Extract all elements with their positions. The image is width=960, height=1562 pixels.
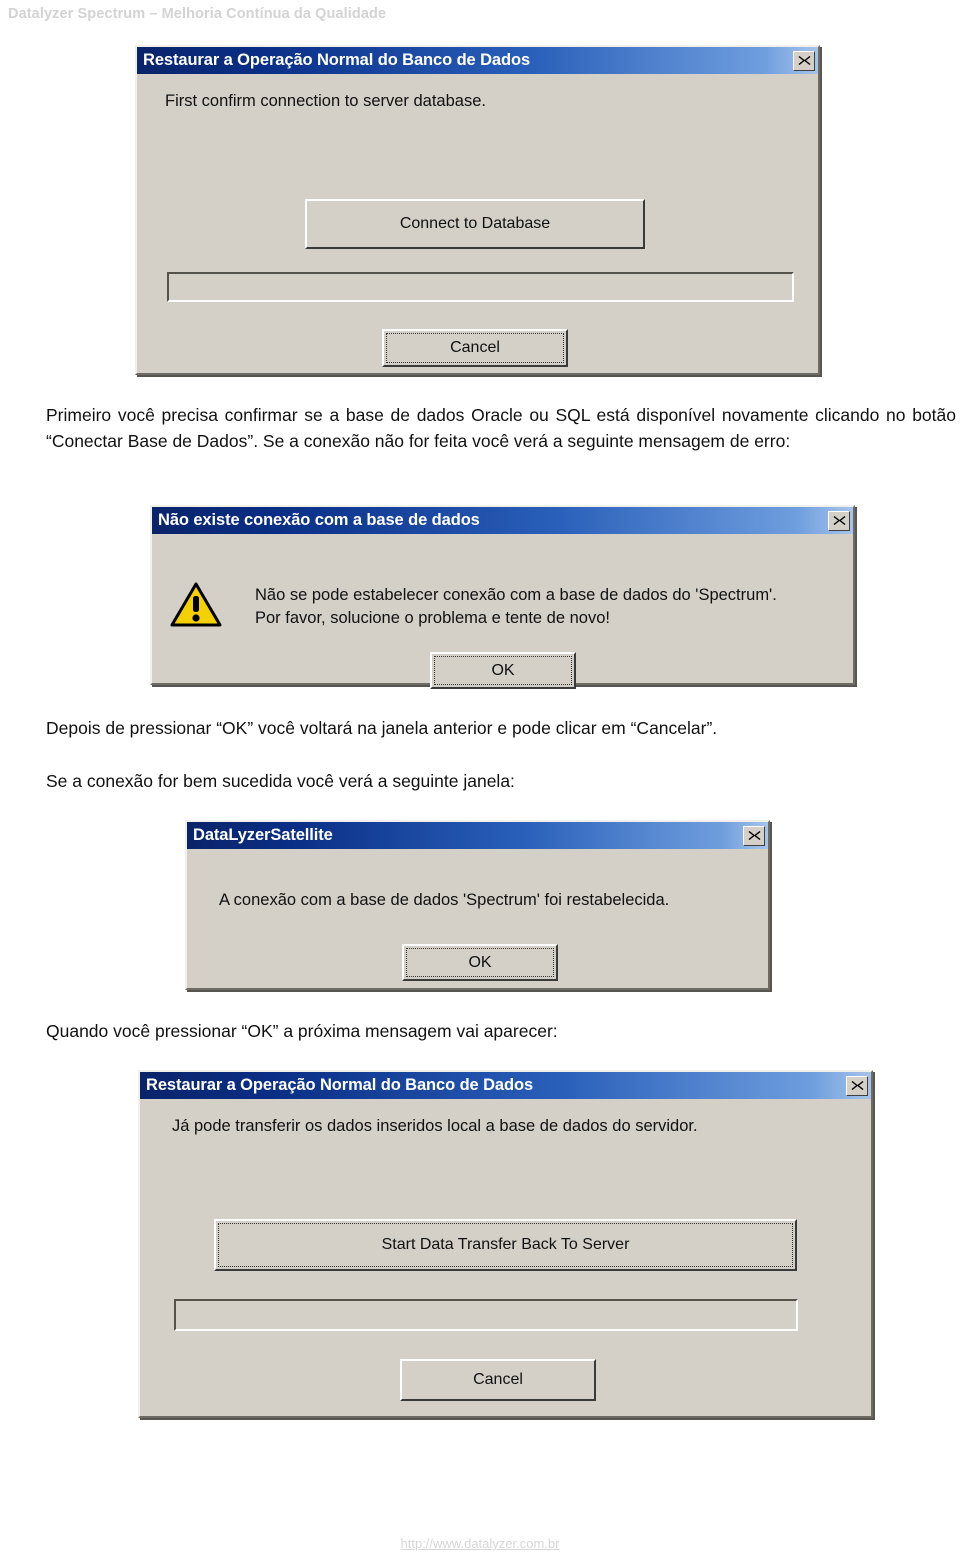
dialog2-message-line1: Não se pode estabelecer conexão com a ba… xyxy=(255,586,777,604)
dialog4-message: Já pode transferir os dados inseridos lo… xyxy=(172,1117,698,1135)
connect-to-database-button-label: Connect to Database xyxy=(399,215,551,232)
dialog2-titlebar: Não existe conexão com a base de dados xyxy=(152,507,853,534)
dialog1-message: First confirm connection to server datab… xyxy=(165,92,486,110)
ok-button-success[interactable]: OK xyxy=(402,944,558,981)
paragraph-3: Se a conexão for bem sucedida você verá … xyxy=(46,771,515,791)
close-icon[interactable] xyxy=(793,50,815,71)
dialog3-message: A conexão com a base de dados 'Spectrum'… xyxy=(219,891,670,909)
dialog2-message-line2: Por favor, solucione o problema e tente … xyxy=(255,609,610,627)
close-icon[interactable] xyxy=(846,1075,868,1096)
paragraph-1: Primeiro você precisa confirmar se a bas… xyxy=(46,405,956,451)
dialog1-body: First confirm connection to server datab… xyxy=(137,74,818,373)
dialog4-titlebar: Restaurar a Operação Normal do Banco de … xyxy=(140,1072,871,1099)
cancel-button-1-label: Cancel xyxy=(386,333,564,363)
footer-url[interactable]: http://www.datalyzer.com.br xyxy=(0,1536,960,1551)
dialog3-title: DataLyzerSatellite xyxy=(193,826,333,844)
dialog2-body: Não se pode estabelecer conexão com a ba… xyxy=(152,534,853,689)
dialog-restore-normal-operation-1: Restaurar a Operação Normal do Banco de … xyxy=(135,45,820,375)
dialog4-title: Restaurar a Operação Normal do Banco de … xyxy=(146,1076,534,1094)
dialog1-title: Restaurar a Operação Normal do Banco de … xyxy=(143,51,531,69)
cancel-button-2[interactable]: Cancel xyxy=(400,1359,596,1401)
dialog-no-database-connection: Não existe conexão com a base de dados N… xyxy=(150,505,855,689)
page-header-title: Datalyzer Spectrum – Melhoria Contínua d… xyxy=(8,6,387,22)
cancel-button-1[interactable]: Cancel xyxy=(382,329,568,367)
connect-to-database-button[interactable]: Connect to Database xyxy=(305,199,645,249)
warning-triangle-icon xyxy=(170,582,222,633)
start-data-transfer-button[interactable]: Start Data Transfer Back To Server xyxy=(214,1219,797,1271)
ok-button-error[interactable]: OK xyxy=(430,652,576,689)
dialog-restore-normal-operation-2: Restaurar a Operação Normal do Banco de … xyxy=(138,1070,873,1418)
dialog1-status-field xyxy=(167,272,794,302)
paragraph-4: Quando você pressionar “OK” a próxima me… xyxy=(46,1021,558,1041)
dialog2-title: Não existe conexão com a base de dados xyxy=(158,511,480,529)
dialog3-titlebar: DataLyzerSatellite xyxy=(187,822,768,849)
dialog3-body: A conexão com a base de dados 'Spectrum'… xyxy=(187,849,768,988)
dialog4-status-field xyxy=(174,1299,798,1331)
paragraph-2: Depois de pressionar “OK” você voltará n… xyxy=(46,718,718,738)
ok-button-success-label: OK xyxy=(406,948,554,977)
close-icon[interactable] xyxy=(828,510,850,531)
start-data-transfer-button-label: Start Data Transfer Back To Server xyxy=(218,1223,793,1267)
ok-button-error-label: OK xyxy=(434,656,572,685)
dialog-datalyzer-satellite: DataLyzerSatellite A conexão com a base … xyxy=(185,820,770,990)
cancel-button-2-label: Cancel xyxy=(473,1371,523,1388)
close-icon[interactable] xyxy=(743,825,765,846)
dialog1-titlebar: Restaurar a Operação Normal do Banco de … xyxy=(137,47,818,74)
dialog4-body: Já pode transferir os dados inseridos lo… xyxy=(140,1099,871,1416)
